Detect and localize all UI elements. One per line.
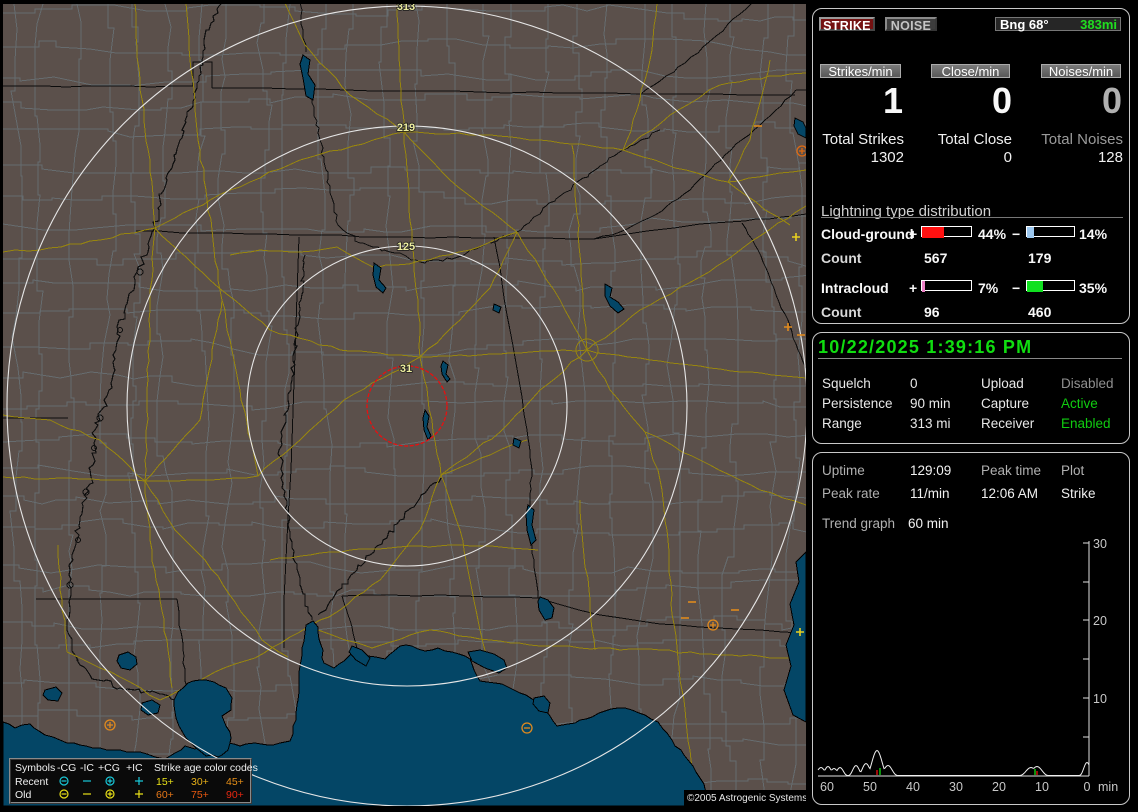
svg-text:30: 30 bbox=[1093, 537, 1107, 551]
svg-text:30: 30 bbox=[949, 780, 963, 794]
svg-text:50: 50 bbox=[863, 780, 877, 794]
svg-text:60: 60 bbox=[820, 780, 834, 794]
svg-text:20: 20 bbox=[992, 780, 1006, 794]
svg-text:0: 0 bbox=[1084, 780, 1091, 794]
svg-text:20: 20 bbox=[1093, 614, 1107, 628]
svg-text:10: 10 bbox=[1093, 692, 1107, 706]
svg-text:10: 10 bbox=[1035, 780, 1049, 794]
svg-text:40: 40 bbox=[906, 780, 920, 794]
svg-text:min: min bbox=[1098, 780, 1118, 794]
